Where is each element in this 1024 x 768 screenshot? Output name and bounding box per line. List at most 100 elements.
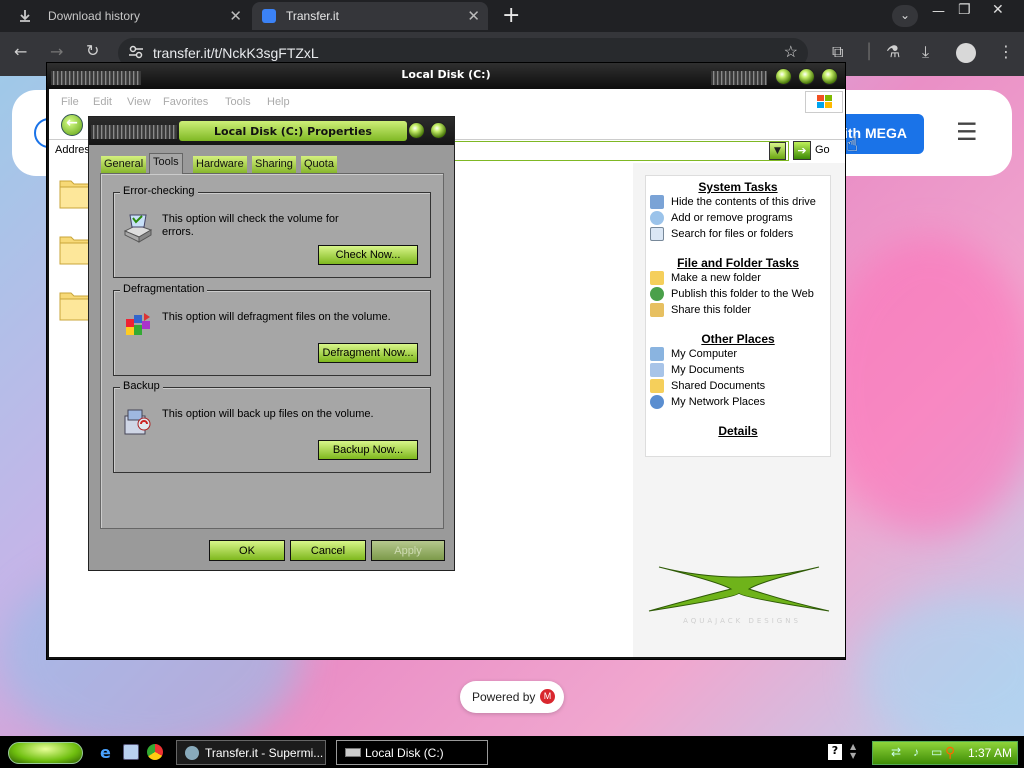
- task-add-remove-programs[interactable]: Add or remove programs: [646, 210, 830, 226]
- dialog-titlebar[interactable]: Local Disk (C:) Properties: [89, 117, 454, 145]
- address-dropdown-icon[interactable]: ▼: [769, 142, 786, 160]
- folder-icon[interactable]: [59, 287, 91, 324]
- folder-icon[interactable]: [59, 175, 91, 212]
- clock[interactable]: 1:37 AM: [968, 746, 1012, 760]
- menu-kebab-icon[interactable]: ⋮: [998, 42, 1014, 61]
- volume-icon[interactable]: ♪: [913, 745, 919, 759]
- task-publish-web[interactable]: Publish this folder to the Web: [646, 286, 830, 302]
- other-places-title[interactable]: Other Places: [646, 332, 830, 346]
- tab-general[interactable]: General: [101, 156, 147, 173]
- help-icon[interactable]: [408, 122, 425, 139]
- place-my-computer[interactable]: My Computer: [646, 346, 830, 362]
- dialog-title: Local Disk (C:) Properties: [179, 121, 407, 141]
- labs-flask-icon[interactable]: ⚗: [886, 42, 900, 61]
- menu-edit[interactable]: Edit: [93, 96, 112, 108]
- menu-view[interactable]: View: [127, 96, 151, 108]
- bookmark-star-icon[interactable]: ☆: [784, 42, 798, 62]
- powered-by-badge[interactable]: Powered by M: [460, 681, 564, 713]
- file-folder-tasks-title[interactable]: File and Folder Tasks: [646, 256, 830, 270]
- close-window-icon[interactable]: ✕: [992, 2, 1004, 18]
- tab-tools[interactable]: Tools: [149, 153, 183, 174]
- tab-transfer[interactable]: Transfer.it ✕: [252, 2, 488, 30]
- extensions-icon[interactable]: ⧉: [832, 42, 843, 62]
- go-arrow-icon[interactable]: ➔: [793, 141, 811, 160]
- place-shared-documents[interactable]: Shared Documents: [646, 378, 830, 394]
- forward-icon[interactable]: →: [50, 42, 63, 61]
- start-button[interactable]: [8, 742, 83, 764]
- internet-explorer-icon[interactable]: e: [100, 743, 118, 762]
- group-title: Error-checking: [120, 185, 198, 197]
- taskbar-item-local-disk[interactable]: Local Disk (C:): [336, 740, 488, 765]
- folder-icon[interactable]: [59, 231, 91, 268]
- explorer-quicklaunch-icon[interactable]: [123, 744, 139, 760]
- close-icon[interactable]: ✕: [229, 7, 242, 25]
- network-icon[interactable]: ⇄: [891, 745, 901, 759]
- taskbar: e Transfer.it - Supermi... Local Disk (C…: [0, 736, 1024, 768]
- network-globe-icon: [650, 395, 664, 409]
- task-search-files[interactable]: Search for files or folders: [646, 226, 830, 242]
- place-my-documents[interactable]: My Documents: [646, 362, 830, 378]
- close-icon[interactable]: [430, 122, 447, 139]
- watermark-text: AQUAJACK DESIGNS: [683, 617, 801, 625]
- new-tab-icon[interactable]: +: [502, 3, 520, 28]
- folder-icon: [650, 271, 664, 285]
- globe-icon: [650, 287, 664, 301]
- hamburger-menu-icon[interactable]: ☰: [956, 118, 978, 146]
- tab-search-icon[interactable]: ⌄: [892, 5, 918, 27]
- group-description: This option will defragment files on the…: [162, 311, 391, 323]
- task-new-folder[interactable]: Make a new folder: [646, 270, 830, 286]
- downloads-icon[interactable]: ⤓: [922, 42, 929, 62]
- reload-icon[interactable]: ↻: [86, 41, 99, 60]
- menu-tools[interactable]: Tools: [225, 96, 251, 108]
- maximize-icon[interactable]: [798, 68, 815, 85]
- task-hide-contents[interactable]: Hide the contents of this drive: [646, 194, 830, 210]
- defragment-now-button[interactable]: Defragment Now...: [318, 343, 418, 363]
- details-title[interactable]: Details: [646, 424, 830, 438]
- task-pane: System Tasks Hide the contents of this d…: [633, 163, 845, 657]
- tab-sharing[interactable]: Sharing: [252, 156, 296, 173]
- back-icon[interactable]: ←: [61, 114, 83, 136]
- tab-quota[interactable]: Quota: [301, 156, 337, 173]
- group-description: This option will check the volume for er…: [162, 213, 339, 238]
- drive-icon: [345, 748, 361, 757]
- system-tasks-title[interactable]: System Tasks: [646, 180, 830, 194]
- ok-button[interactable]: OK: [209, 540, 285, 561]
- windows-flag-icon: [805, 91, 843, 113]
- go-button[interactable]: Go: [815, 144, 830, 156]
- tray-scroll-icon[interactable]: ▲ ▼: [850, 742, 856, 760]
- tab-hardware[interactable]: Hardware: [193, 156, 247, 173]
- cancel-button[interactable]: Cancel: [290, 540, 366, 561]
- chrome-icon[interactable]: [147, 744, 163, 760]
- profile-avatar-icon[interactable]: [956, 43, 976, 63]
- browser-tab-strip: Download history ✕ Transfer.it ✕ + ⌄ — ❐…: [0, 0, 1024, 32]
- taskbar-item-transfer[interactable]: Transfer.it - Supermi...: [176, 740, 326, 765]
- search-icon[interactable]: ⚲: [945, 744, 955, 761]
- close-icon[interactable]: [821, 68, 838, 85]
- apply-button[interactable]: Apply: [371, 540, 445, 561]
- menu-help[interactable]: Help: [267, 96, 290, 108]
- defragmentation-group: Defragmentation This option will defragm…: [113, 283, 431, 376]
- back-icon[interactable]: ←: [14, 42, 27, 61]
- task-share-folder[interactable]: Share this folder: [646, 302, 830, 318]
- error-checking-group: Error-checking This option will check th…: [113, 185, 431, 278]
- documents-icon: [650, 363, 664, 377]
- tab-download-history[interactable]: Download history ✕: [8, 2, 250, 30]
- titlebar-grip: [91, 125, 177, 139]
- help-icon[interactable]: ?: [828, 744, 842, 760]
- close-icon[interactable]: ✕: [467, 7, 480, 25]
- backup-group: Backup This option will back up files on…: [113, 380, 431, 473]
- explorer-titlebar[interactable]: Local Disk (C:): [47, 63, 845, 89]
- minimize-icon[interactable]: —: [932, 4, 945, 19]
- place-network-places[interactable]: My Network Places: [646, 394, 830, 410]
- system-tray: ⇄ ♪ ▭ ⚲ 1:37 AM: [872, 741, 1018, 765]
- menu-bar: File Edit View Favorites Tools Help: [49, 89, 845, 113]
- minimize-icon[interactable]: [775, 68, 792, 85]
- display-icon[interactable]: ▭: [931, 745, 942, 759]
- restore-icon[interactable]: ❐: [958, 2, 971, 18]
- backup-now-button[interactable]: Backup Now...: [318, 440, 418, 460]
- menu-favorites[interactable]: Favorites: [163, 96, 208, 108]
- share-folder-icon: [650, 303, 664, 317]
- check-now-button[interactable]: Check Now...: [318, 245, 418, 265]
- site-info-icon[interactable]: [128, 44, 144, 60]
- menu-file[interactable]: File: [61, 96, 79, 108]
